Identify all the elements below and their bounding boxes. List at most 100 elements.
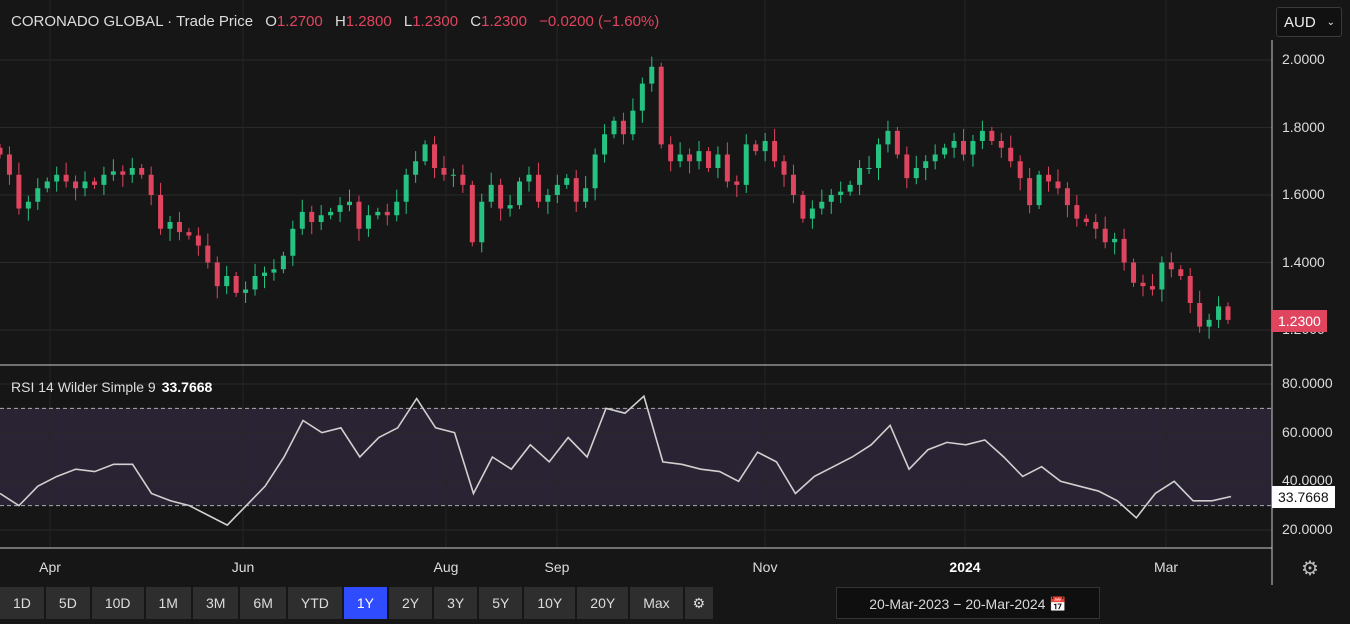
candle-body [252,276,258,290]
x-tick: Aug [433,559,459,575]
rsi-band [0,408,1272,506]
candle-body [573,178,579,202]
candle-body [762,141,768,152]
candle-body [243,289,249,293]
range-button-10d[interactable]: 10D [91,587,144,619]
candle-body [413,161,419,175]
candle-body [1008,147,1014,162]
candle-body [120,171,126,175]
candle-body [1140,282,1146,287]
candle-body [167,222,173,229]
candle-body [866,168,872,169]
candle-body [564,178,570,185]
candle-body [479,201,485,243]
candle-body [25,201,31,209]
candle-body [753,144,759,152]
candle-body [1046,174,1052,182]
candle-body [545,195,551,202]
range-button-1y[interactable]: 1Y [343,587,387,619]
range-button-3y[interactable]: 3Y [434,587,478,619]
price-tick: 2.0000 [1282,51,1325,67]
candle-body [838,191,844,195]
candle-body [261,272,267,276]
candle-body [535,174,541,202]
x-tick: Apr [39,559,61,575]
candle-body [1027,178,1033,206]
candle-body [1178,269,1184,276]
range-button-3m[interactable]: 3M [192,587,239,619]
currency-select[interactable]: AUD ⌄ [1276,7,1342,37]
candle-body [696,151,702,162]
candle-body [649,66,655,84]
range-button-5y[interactable]: 5Y [479,587,523,619]
candle-body [724,154,730,182]
candle-body [620,120,626,135]
range-button-ytd[interactable]: YTD [287,587,342,619]
chart-canvas[interactable] [0,0,1350,624]
candle-body [1159,262,1165,290]
candle-body [1149,286,1155,290]
range-button-6m[interactable]: 6M [240,587,286,619]
candle-body [375,211,381,216]
candle-body [328,211,334,216]
candle-body [602,134,608,155]
range-settings-icon[interactable]: ⚙ [684,587,714,619]
candle-body [205,245,211,263]
last-rsi-badge: 33.7668 [1272,486,1335,508]
range-button-1d[interactable]: 1D [0,587,44,619]
candle-body [1187,276,1193,303]
candle-body [790,174,796,195]
candle-body [668,144,674,162]
candle-body [715,154,721,168]
candle-body [441,168,447,175]
candle-body [432,144,438,168]
rsi-tick: 20.0000 [1282,521,1333,537]
candle-body [1168,262,1174,270]
candle-body [63,174,69,182]
candle-body [772,141,778,162]
candle-body [517,181,523,206]
range-button-2y[interactable]: 2Y [388,587,433,619]
candle-body [998,141,1004,148]
candle-body [195,235,201,246]
candle-body [894,130,900,155]
candle-body [979,130,985,141]
candle-body [904,154,910,179]
candle-body [1206,319,1212,327]
candle-body [101,174,107,185]
candle-body [148,174,154,195]
range-button-20y[interactable]: 20Y [577,587,629,619]
candle-body [0,147,3,155]
candle-body [498,184,504,209]
candle-body [384,211,390,216]
candle-body [1017,161,1023,179]
candle-body [743,144,749,185]
candle-body [356,201,362,229]
candle-body [658,66,664,145]
chevron-down-icon: ⌄ [1326,17,1335,28]
candle-body [932,154,938,162]
chart-settings-icon[interactable]: ⚙ [1301,556,1319,581]
candle-body [687,154,693,162]
candle-body [337,205,343,212]
candle-body [1121,238,1127,263]
range-button-5d[interactable]: 5D [45,587,90,619]
candle-body [129,168,135,175]
candle-body [422,144,428,162]
price-tick: 1.6000 [1282,186,1325,202]
candle-body [16,174,22,209]
candle-body [923,161,929,168]
price-tick: 1.4000 [1282,254,1325,270]
date-range-picker[interactable]: 20-Mar-2023 − 20-Mar-2024 📅 [836,587,1100,619]
range-button-1m[interactable]: 1M [145,587,191,619]
candle-body [885,130,891,145]
candle-body [942,147,948,155]
candle-body [847,184,853,192]
candle-body [1093,222,1099,229]
candle-body [299,211,305,229]
candle-body [6,154,12,175]
candle-body [800,195,806,219]
range-button-max[interactable]: Max [630,587,683,619]
range-button-10y[interactable]: 10Y [524,587,576,619]
candle-body [639,83,645,111]
